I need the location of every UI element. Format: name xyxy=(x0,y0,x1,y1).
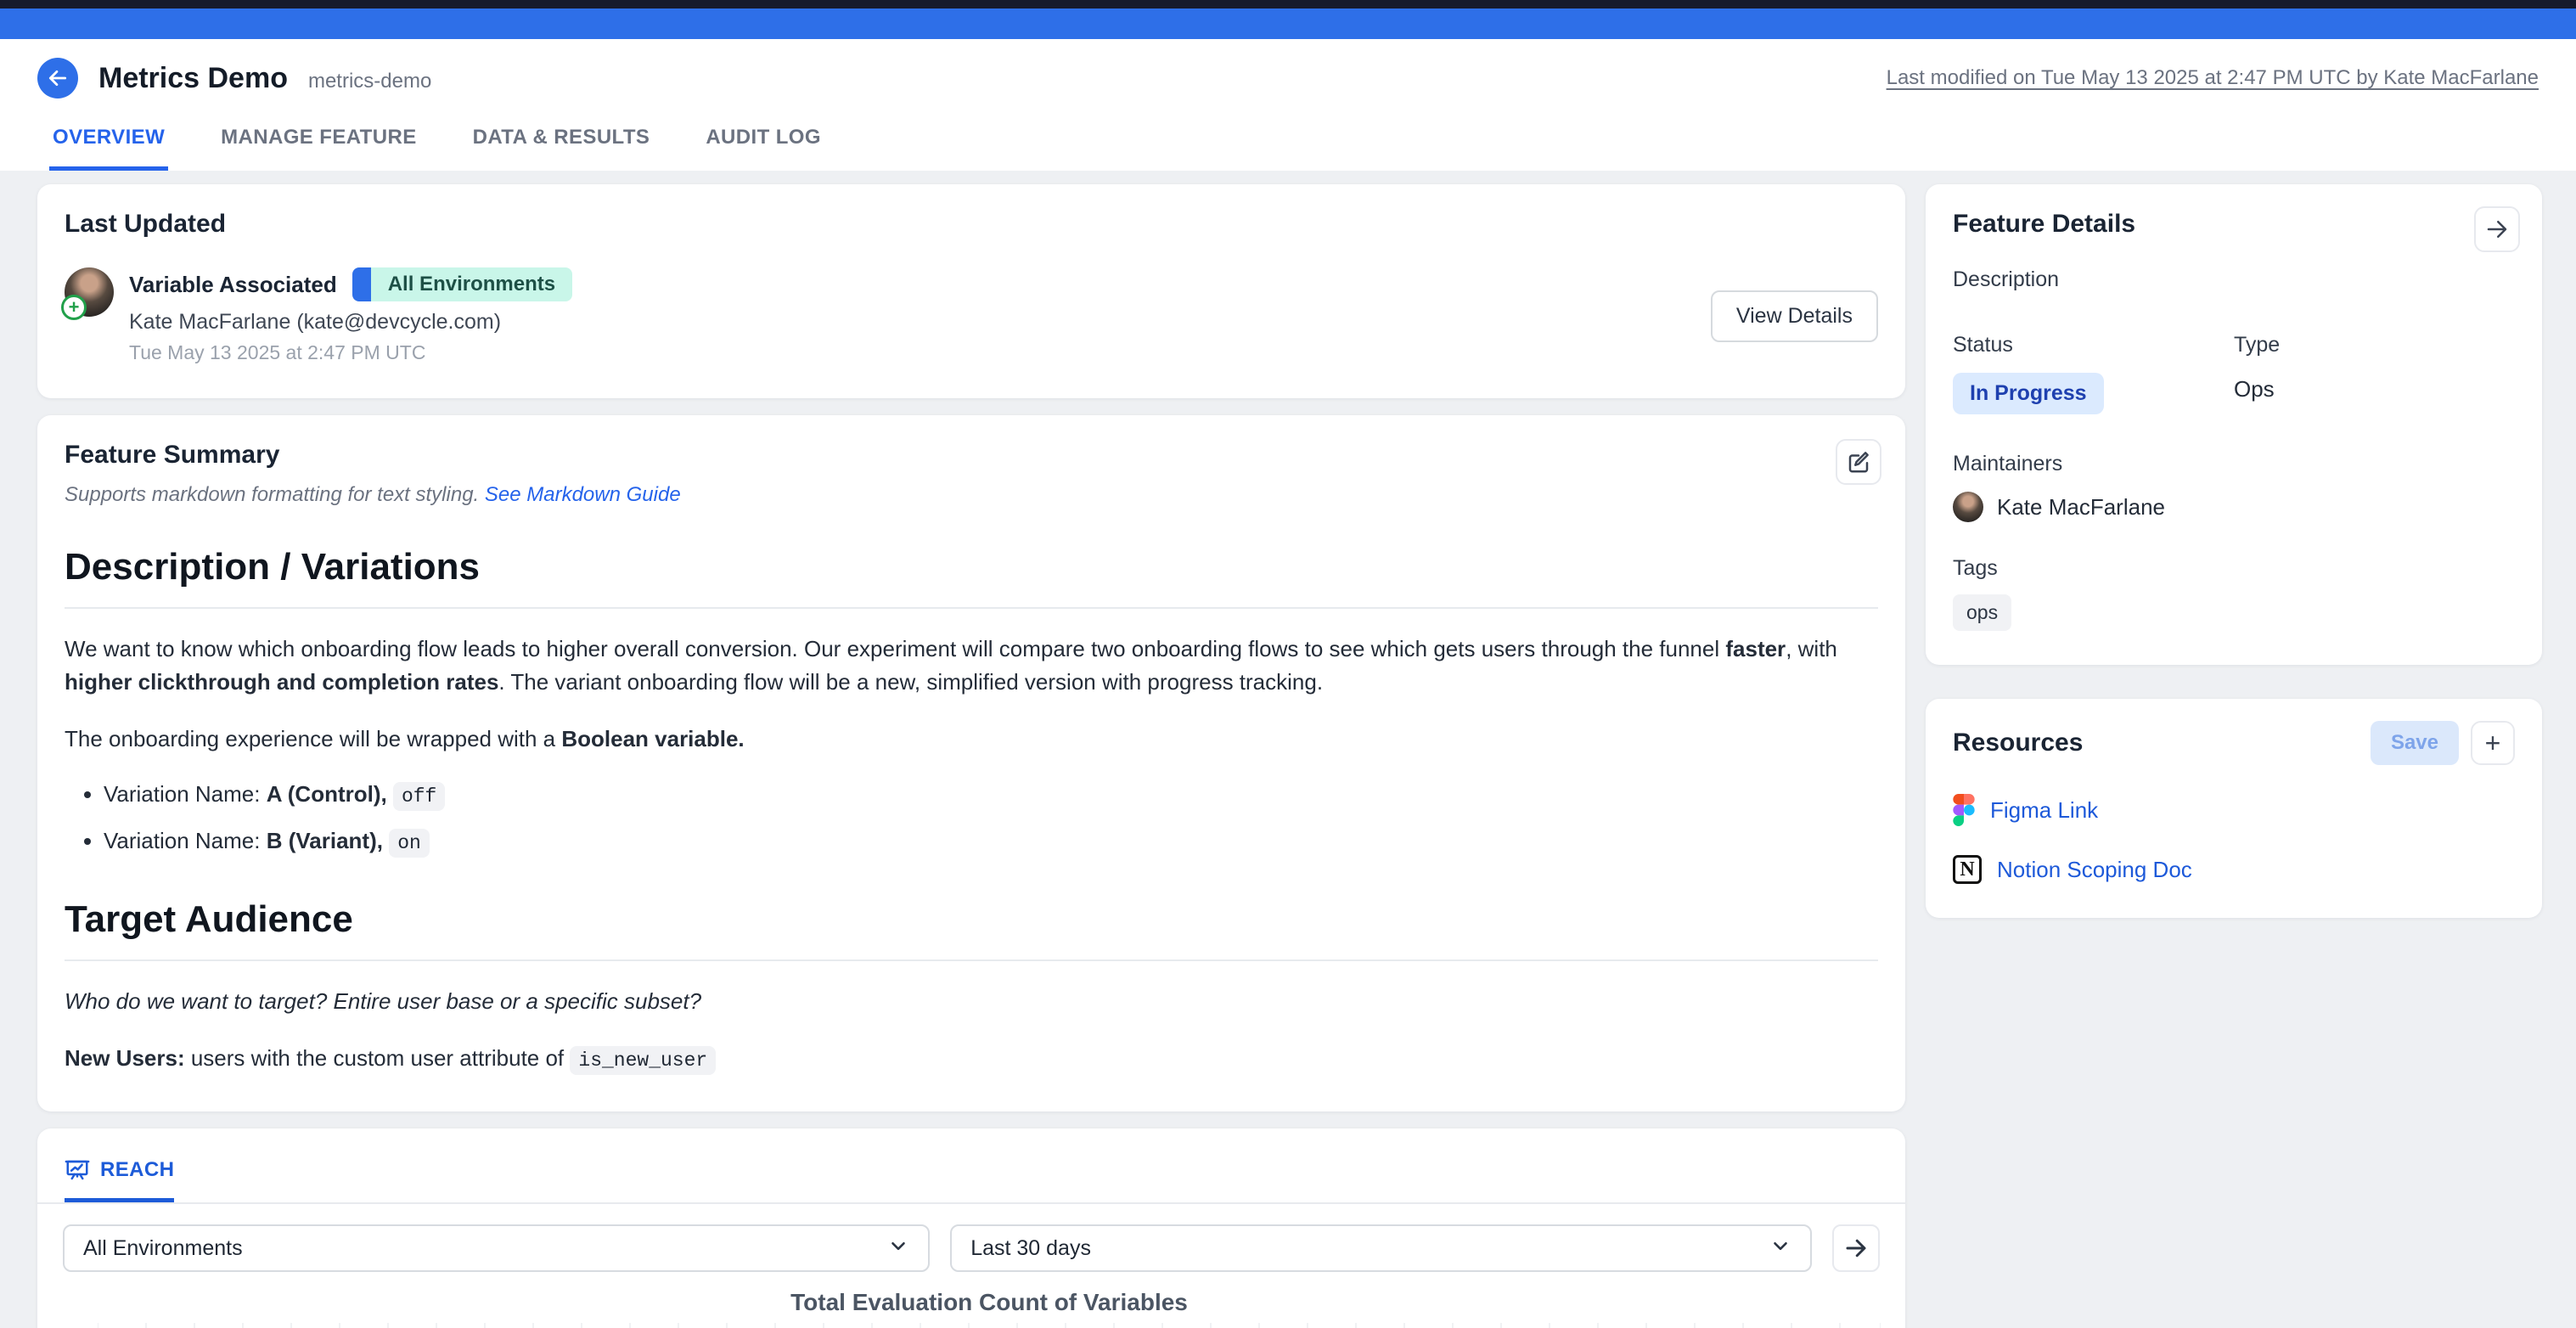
markdown-hint: Supports markdown formatting for text st… xyxy=(65,483,485,506)
tab-manage-feature[interactable]: MANAGE FEATURE xyxy=(217,121,419,171)
reach-card: REACH All Environments Last 30 days xyxy=(37,1128,1905,1328)
arrow-left-icon xyxy=(47,67,69,89)
notion-icon: N xyxy=(1953,855,1982,884)
avatar xyxy=(1953,492,1983,522)
resources-card: Resources Save + Figma Link xyxy=(1926,699,2542,918)
edit-pencil-icon xyxy=(1846,449,1871,475)
save-button[interactable]: Save xyxy=(2371,721,2459,765)
type-value: Ops xyxy=(2234,376,2515,402)
evaluation-chart: 600500400 xyxy=(98,1323,1881,1328)
tab-audit-log[interactable]: AUDIT LOG xyxy=(702,121,824,171)
back-button[interactable] xyxy=(37,58,78,98)
md-heading-description-variations: Description / Variations xyxy=(65,546,1878,609)
tab-reach[interactable]: REACH xyxy=(65,1157,174,1202)
variation-item-variant: Variation Name: B (Variant), on xyxy=(104,824,1878,859)
variation-list: Variation Name: A (Control), off Variati… xyxy=(65,778,1878,859)
code-chip: on xyxy=(389,829,430,858)
edit-summary-button[interactable] xyxy=(1836,439,1881,485)
environment-badge: All Environments xyxy=(352,267,572,301)
figma-icon xyxy=(1953,794,1975,826)
last-updated-title: Last Updated xyxy=(65,210,1878,239)
plus-badge-icon: + xyxy=(61,295,87,320)
description-label: Description xyxy=(1953,267,2515,292)
add-resource-button[interactable]: + xyxy=(2471,721,2515,765)
last-updated-card: Last Updated + Variable Associated All E… xyxy=(37,184,1905,398)
md-paragraph-boolean: The onboarding experience will be wrappe… xyxy=(65,723,1878,756)
last-modified-text: Last modified on Tue May 13 2025 at 2:47… xyxy=(1887,66,2539,90)
tag-chip: ops xyxy=(1953,594,2011,631)
resources-title: Resources xyxy=(1953,729,2083,757)
status-label: Status xyxy=(1953,333,2234,357)
environment-badge-label: All Environments xyxy=(371,267,572,301)
notion-link[interactable]: Notion Scoping Doc xyxy=(1997,857,2192,883)
reach-chart-svg xyxy=(98,1323,1881,1328)
date-range-select[interactable]: Last 30 days xyxy=(950,1224,1812,1272)
tab-overview[interactable]: OVERVIEW xyxy=(49,121,168,171)
environment-select-value: All Environments xyxy=(83,1236,243,1261)
open-feature-details-button[interactable] xyxy=(2474,206,2520,252)
page-header: Metrics Demo metrics-demo Last modified … xyxy=(0,39,2576,171)
maintainer-name: Kate MacFarlane xyxy=(1997,494,2165,521)
feature-summary-title: Feature Summary xyxy=(65,441,1878,470)
md-heading-target-audience: Target Audience xyxy=(65,898,1878,961)
tab-data-results[interactable]: DATA & RESULTS xyxy=(470,121,654,171)
chart-title: Total Evaluation Count of Variables xyxy=(98,1289,1881,1316)
page-title: Metrics Demo xyxy=(98,62,288,95)
feature-summary-card: Feature Summary Supports markdown format… xyxy=(37,415,1905,1111)
code-chip: is_new_user xyxy=(570,1046,716,1075)
md-paragraph-experiment: We want to know which onboarding flow le… xyxy=(65,633,1878,699)
see-markdown-guide-link[interactable]: See Markdown Guide xyxy=(485,483,681,506)
date-range-select-value: Last 30 days xyxy=(970,1236,1091,1261)
resource-row: Figma Link xyxy=(1953,794,2515,826)
md-paragraph-target-question: Who do we want to target? Entire user ba… xyxy=(65,985,1878,1018)
tab-bar: OVERVIEW MANAGE FEATURE DATA & RESULTS A… xyxy=(37,121,2539,171)
event-name: Variable Associated xyxy=(129,272,337,298)
md-paragraph-new-users: New Users: users with the custom user at… xyxy=(65,1042,1878,1078)
chart-board-icon xyxy=(65,1157,90,1183)
feature-details-card: Feature Details Description Status In Pr… xyxy=(1926,184,2542,665)
tags-label: Tags xyxy=(1953,556,2515,581)
maintainers-label: Maintainers xyxy=(1953,452,2515,476)
feature-details-title: Feature Details xyxy=(1953,210,2515,239)
maintainer-row: Kate MacFarlane xyxy=(1953,492,2515,522)
chevron-down-icon xyxy=(887,1235,909,1263)
code-chip: off xyxy=(393,782,445,811)
variation-item-control: Variation Name: A (Control), off xyxy=(104,778,1878,813)
resource-row: N Notion Scoping Doc xyxy=(1953,855,2515,884)
feature-key: metrics-demo xyxy=(308,70,431,93)
type-label: Type xyxy=(2234,333,2515,357)
arrow-right-icon xyxy=(1843,1235,1869,1261)
tab-reach-label: REACH xyxy=(100,1158,174,1182)
status-badge: In Progress xyxy=(1953,373,2104,414)
environment-badge-accent xyxy=(352,267,371,301)
event-user: Kate MacFarlane (kate@devcycle.com) xyxy=(129,310,572,335)
environment-select[interactable]: All Environments xyxy=(63,1224,930,1272)
arrow-right-icon xyxy=(2484,217,2510,242)
view-details-button[interactable]: View Details xyxy=(1711,290,1878,342)
event-timestamp: Tue May 13 2025 at 2:47 PM UTC xyxy=(129,341,572,364)
apply-filters-button[interactable] xyxy=(1832,1224,1880,1272)
top-blue-bar xyxy=(0,8,2576,39)
figma-link[interactable]: Figma Link xyxy=(1990,797,2098,824)
chevron-down-icon xyxy=(1769,1235,1791,1263)
top-dark-bar xyxy=(0,0,2576,8)
